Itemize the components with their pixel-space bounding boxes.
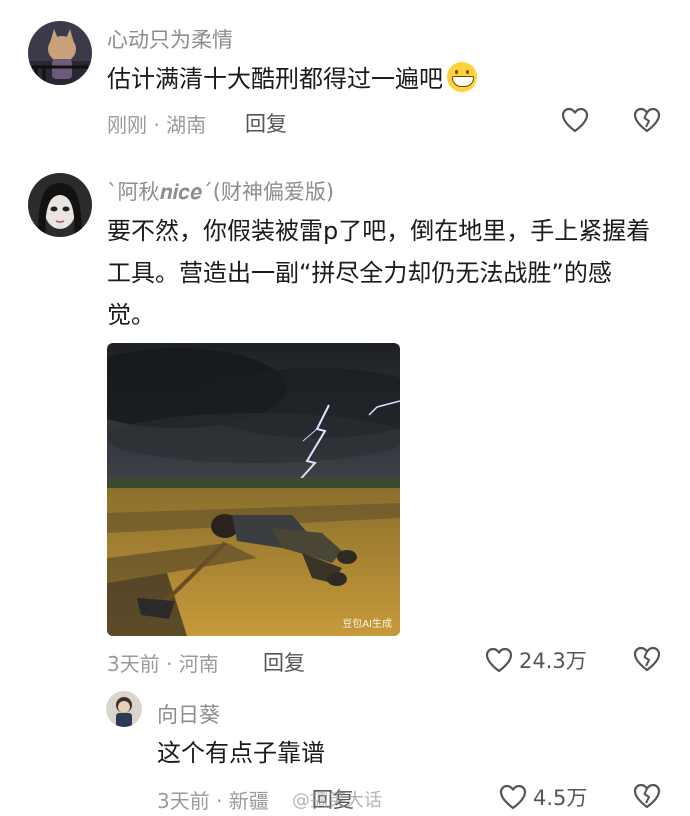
username[interactable]: 心动只为柔情 bbox=[107, 24, 233, 54]
username[interactable]: 向日葵 bbox=[157, 699, 220, 729]
grin-emoji-icon bbox=[447, 62, 477, 92]
avatar[interactable] bbox=[28, 173, 92, 237]
comment-meta: 3天前 · 河南 bbox=[107, 652, 219, 676]
username[interactable]: `阿秋𝒏𝒊𝒄𝒆´(财神偏爱版) bbox=[107, 176, 334, 206]
dislike-button[interactable] bbox=[633, 783, 661, 809]
comment-text: 估计满清十大酷刑都得过一遍吧 bbox=[107, 58, 477, 100]
avatar[interactable] bbox=[28, 21, 92, 85]
ai-generated-tag: 豆包AI生成 bbox=[342, 619, 392, 630]
comment-text: 要不然，你假装被雷p了吧，倒在地里，手上紧握着工具。营造出一副“拼尽全力却仍无法… bbox=[107, 217, 651, 329]
reply-button[interactable]: 回复 bbox=[263, 647, 305, 677]
broken-heart-icon bbox=[633, 646, 661, 672]
dislike-button[interactable] bbox=[633, 646, 661, 672]
comment-meta: 3天前 · 新疆 bbox=[157, 789, 269, 813]
avatar[interactable] bbox=[106, 691, 142, 727]
reply-button[interactable]: 回复 bbox=[245, 108, 287, 138]
comment-text-content: 估计满清十大酷刑都得过一遍吧 bbox=[107, 65, 443, 93]
heart-icon bbox=[485, 647, 513, 673]
like-button[interactable]: 24.3万 bbox=[485, 645, 587, 675]
ai-generated-image[interactable]: 豆包AI生成 bbox=[107, 343, 400, 636]
like-button[interactable] bbox=[561, 107, 589, 133]
comment-meta: 刚刚 · 湖南 bbox=[107, 113, 207, 137]
like-button[interactable]: 4.5万 bbox=[499, 782, 587, 812]
dislike-button[interactable] bbox=[633, 107, 661, 133]
broken-heart-icon bbox=[633, 783, 661, 809]
comment-text: 这个有点子靠谱 bbox=[157, 739, 325, 767]
like-count: 4.5万 bbox=[533, 786, 588, 810]
like-count: 24.3万 bbox=[519, 649, 587, 673]
broken-heart-icon bbox=[633, 107, 661, 133]
heart-icon bbox=[499, 784, 527, 810]
watermark: @搞笑大话 bbox=[292, 790, 382, 811]
heart-icon bbox=[561, 107, 589, 133]
